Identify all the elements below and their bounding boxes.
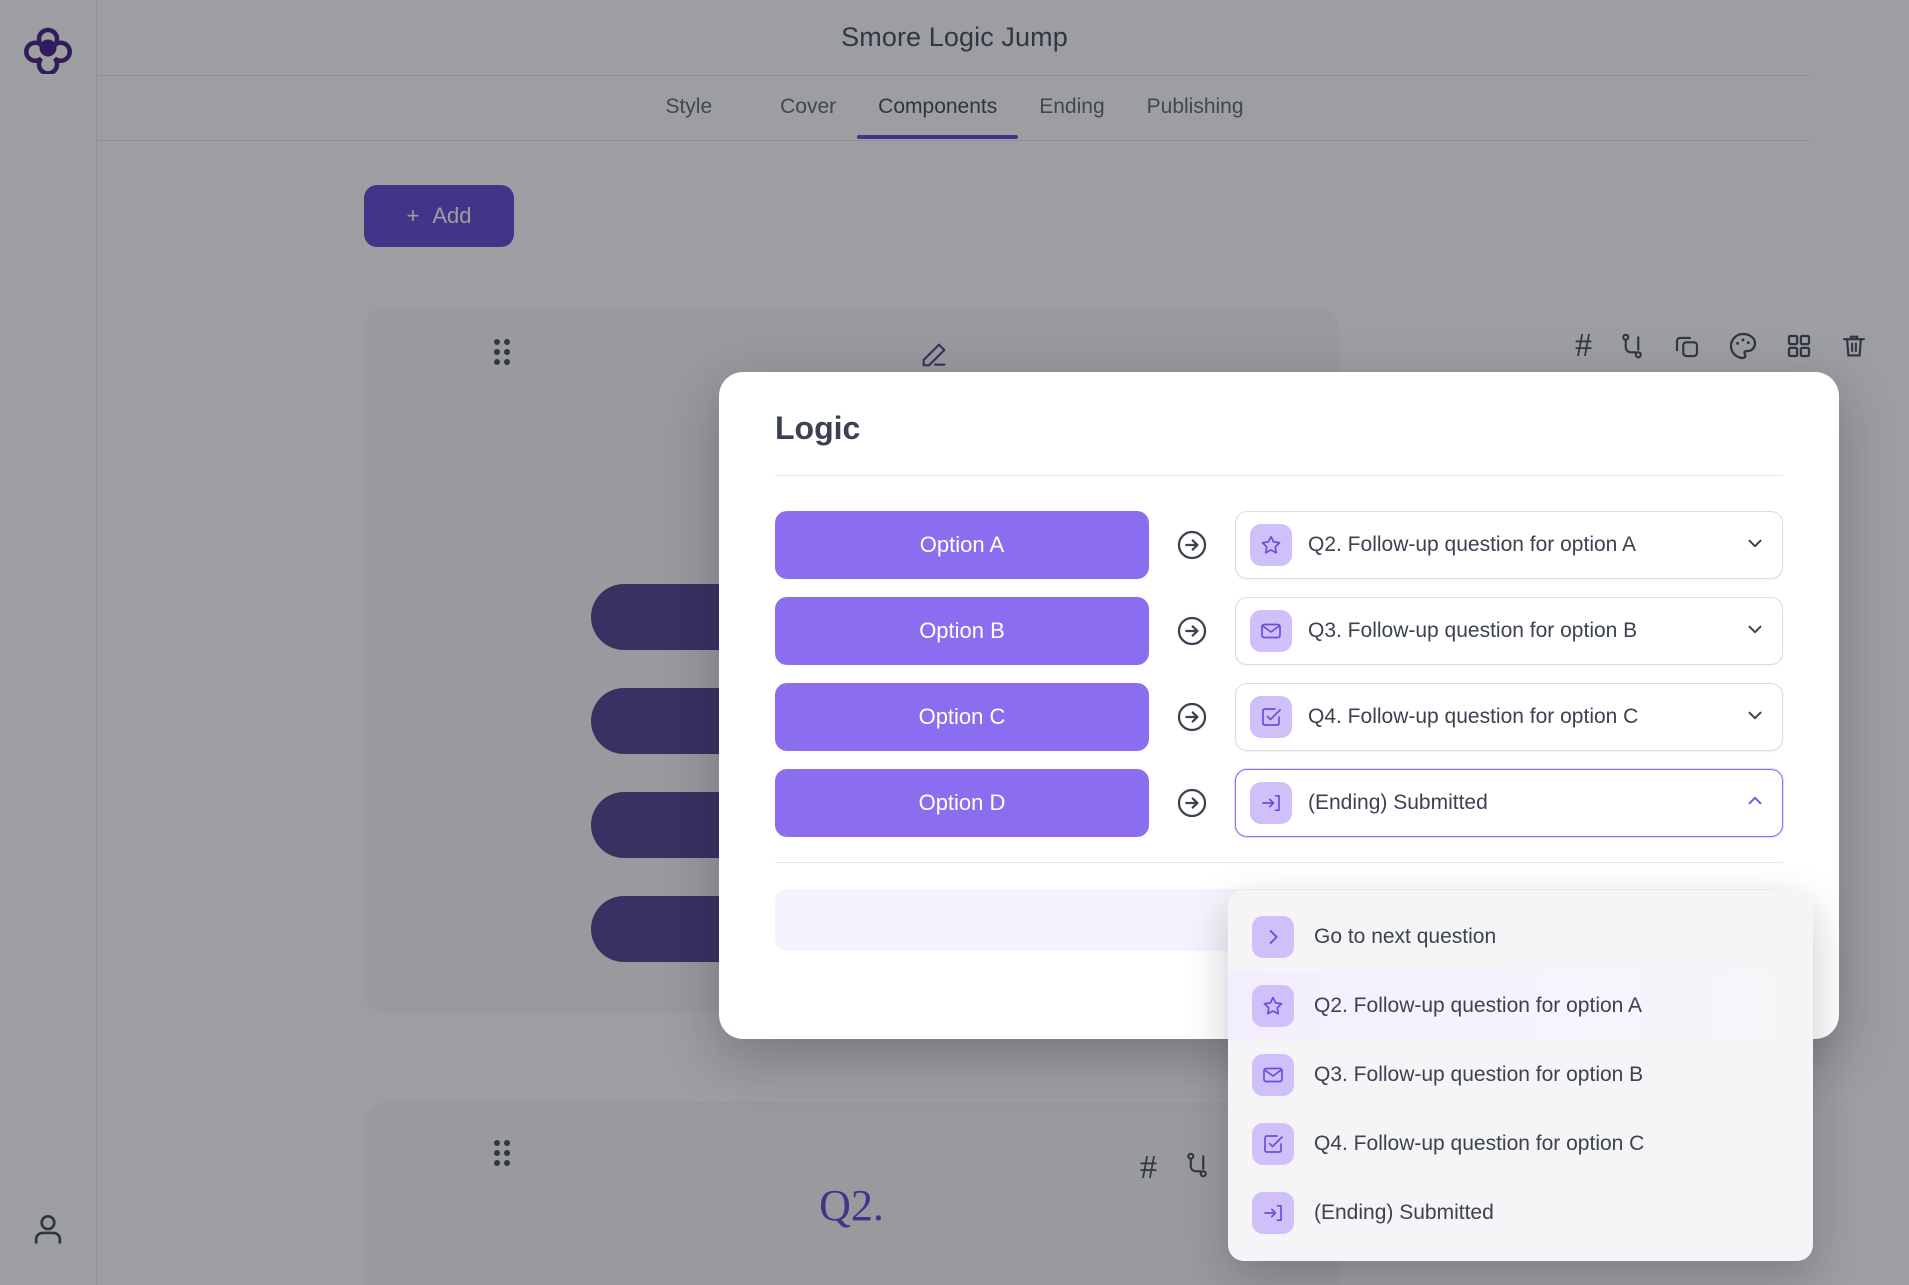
dropdown-item-q4[interactable]: Q4. Follow-up question for option C xyxy=(1228,1109,1813,1178)
modal-title: Logic xyxy=(775,410,861,446)
target-dropdown-menu: Go to next question Q2. Follow-up questi… xyxy=(1228,890,1813,1261)
arrow-right-circle-icon xyxy=(1149,528,1235,562)
chevron-down-icon xyxy=(1744,618,1766,645)
option-d-button[interactable]: Option D xyxy=(775,769,1149,837)
dropdown-item-label: Q3. Follow-up question for option B xyxy=(1314,1062,1644,1086)
logic-row: Option B Q3. Follow-up question for opti… xyxy=(775,588,1783,674)
chevron-down-icon xyxy=(1744,704,1766,731)
star-icon xyxy=(1252,984,1294,1027)
arrow-right-circle-icon xyxy=(1149,700,1235,734)
chevron-down-icon xyxy=(1744,532,1766,559)
exit-arrow-icon xyxy=(1252,1191,1294,1234)
dropdown-item-q3[interactable]: Q3. Follow-up question for option B xyxy=(1228,1040,1813,1109)
dropdown-item-q2[interactable]: Q2. Follow-up question for option A xyxy=(1228,971,1813,1040)
dropdown-item-label: Q2. Follow-up question for option A xyxy=(1314,993,1643,1017)
divider xyxy=(775,475,1783,476)
target-select-option-d[interactable]: (Ending) Submitted xyxy=(1235,769,1783,837)
arrow-right-circle-icon xyxy=(1149,786,1235,820)
logic-rows: Option A Q2. Follow-up question for opti… xyxy=(775,502,1783,846)
target-select-option-a[interactable]: Q2. Follow-up question for option A xyxy=(1235,511,1783,579)
checkbox-icon xyxy=(1250,696,1292,738)
chevron-up-icon xyxy=(1744,790,1766,817)
envelope-icon xyxy=(1250,610,1292,652)
target-select-option-b[interactable]: Q3. Follow-up question for option B xyxy=(1235,597,1783,665)
divider xyxy=(775,862,1783,863)
dropdown-item-label: Q4. Follow-up question for option C xyxy=(1314,1131,1645,1155)
option-b-button[interactable]: Option B xyxy=(775,597,1149,665)
envelope-icon xyxy=(1252,1053,1294,1096)
target-select-label: Q4. Follow-up question for option C xyxy=(1308,705,1639,728)
option-a-button[interactable]: Option A xyxy=(775,511,1149,579)
arrow-right-circle-icon xyxy=(1149,614,1235,648)
dropdown-item-label: Go to next question xyxy=(1314,924,1497,948)
option-c-button[interactable]: Option C xyxy=(775,683,1149,751)
dropdown-item-label: (Ending) Submitted xyxy=(1314,1200,1494,1224)
checkbox-icon xyxy=(1252,1122,1294,1165)
target-select-label: Q3. Follow-up question for option B xyxy=(1308,619,1638,642)
logic-row: Option D (Ending) Submitted xyxy=(775,760,1783,846)
logic-row: Option A Q2. Follow-up question for opti… xyxy=(775,502,1783,588)
dropdown-item-ending-submitted[interactable]: (Ending) Submitted xyxy=(1228,1178,1813,1247)
chevron-right-icon xyxy=(1252,915,1294,958)
star-icon xyxy=(1250,524,1292,566)
target-select-label: (Ending) Submitted xyxy=(1308,791,1488,814)
exit-arrow-icon xyxy=(1250,782,1292,824)
dropdown-item-next-question[interactable]: Go to next question xyxy=(1228,902,1813,971)
logic-row: Option C Q4. Follow-up question for opti… xyxy=(775,674,1783,760)
target-select-label: Q2. Follow-up question for option A xyxy=(1308,533,1637,556)
target-select-option-c[interactable]: Q4. Follow-up question for option C xyxy=(1235,683,1783,751)
